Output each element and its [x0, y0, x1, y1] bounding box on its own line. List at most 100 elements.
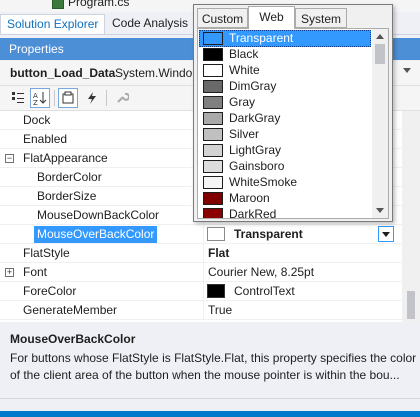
description-title: MouseOverBackColor: [10, 332, 136, 346]
color-swatch: [203, 128, 223, 141]
focus-rectangle: [199, 30, 371, 47]
color-option[interactable]: WhiteSmoke: [199, 174, 371, 191]
grid-scroll-thumb[interactable]: [407, 291, 415, 319]
color-name: White: [229, 63, 260, 77]
csharp-file-icon: [52, 0, 64, 9]
row-gutter: [0, 111, 18, 130]
color-option[interactable]: DarkRed: [199, 206, 371, 219]
tab-solution-explorer[interactable]: Solution Explorer: [0, 14, 106, 34]
collapse-icon[interactable]: −: [5, 154, 14, 163]
color-name: Black: [229, 47, 259, 61]
properties-title: Properties: [9, 42, 64, 56]
color-swatch: [203, 64, 223, 77]
property-name: MouseOverBackColor: [34, 226, 158, 243]
color-option[interactable]: Black: [199, 46, 371, 63]
color-swatch: [203, 160, 223, 173]
color-name: Gainsboro: [229, 159, 285, 173]
property-name: FlatAppearance: [23, 151, 108, 165]
row-gutter: [0, 130, 18, 149]
value-dropdown-button[interactable]: [378, 226, 394, 242]
column-divider: [203, 225, 204, 244]
column-divider: [203, 301, 204, 320]
color-option[interactable]: Silver: [199, 126, 371, 143]
color-name: LightGray: [229, 143, 282, 157]
property-name: BorderSize: [37, 189, 97, 203]
property-value[interactable]: Courier New, 8.25pt: [208, 265, 314, 279]
property-name: FlatStyle: [23, 246, 70, 260]
color-option[interactable]: DarkGray: [199, 110, 371, 127]
color-option[interactable]: Gainsboro: [199, 158, 371, 175]
color-swatch: [207, 227, 225, 241]
color-swatch: [203, 208, 223, 218]
color-name: DarkGray: [229, 111, 281, 125]
properties-icon[interactable]: [58, 88, 78, 108]
color-option[interactable]: Transparent: [199, 30, 371, 47]
property-name: Dock: [23, 113, 51, 127]
color-option[interactable]: LightGray: [199, 142, 371, 159]
color-swatch: [203, 48, 223, 61]
property-value[interactable]: Transparent: [234, 227, 303, 241]
color-name: DimGray: [229, 79, 277, 93]
description-line: of the client area of the button when th…: [10, 368, 400, 382]
color-swatch: [203, 112, 223, 125]
categorized-icon[interactable]: [8, 88, 28, 108]
description-text: For buttons whose FlatStyle is FlatStyle…: [10, 350, 417, 384]
row-gutter: [0, 187, 18, 206]
row-gutter: [0, 282, 18, 301]
color-swatch: [203, 176, 223, 189]
property-row[interactable]: GenerateMember True: [0, 301, 402, 320]
color-option[interactable]: White: [199, 62, 371, 79]
color-swatch: [203, 96, 223, 109]
alphabetical-icon[interactable]: AZ: [30, 88, 50, 108]
color-list: Transparent Black White DimGray Gray DarkGray…: [197, 28, 389, 219]
status-bar: [0, 411, 420, 417]
property-name: ForeColor: [23, 284, 77, 298]
grid-scrollbar[interactable]: [402, 111, 420, 322]
description-line: For buttons whose FlatStyle is FlatStyle…: [10, 351, 417, 365]
color-swatch: [207, 284, 225, 298]
row-gutter: −: [0, 149, 18, 168]
scroll-down-icon[interactable]: [376, 208, 384, 213]
color-name: DarkRed: [229, 207, 277, 219]
wrench-icon[interactable]: [112, 88, 132, 108]
color-name: WhiteSmoke: [229, 175, 298, 189]
object-type: System.Windo: [115, 66, 193, 80]
property-name: Enabled: [23, 132, 68, 146]
row-gutter: [0, 244, 18, 263]
tab-custom[interactable]: Custom: [197, 8, 248, 28]
expand-icon[interactable]: +: [5, 268, 14, 277]
color-name: Gray: [229, 95, 256, 109]
tab-web[interactable]: Web: [248, 6, 295, 29]
row-gutter: [0, 225, 18, 244]
column-divider: [203, 282, 204, 301]
color-option[interactable]: Maroon: [199, 190, 371, 207]
property-value[interactable]: True: [208, 303, 232, 317]
property-row[interactable]: + Font Courier New, 8.25pt: [0, 263, 402, 282]
tab-code-analysis[interactable]: Code Analysis: [106, 14, 194, 33]
property-name: Font: [23, 265, 48, 279]
row-gutter: [0, 301, 18, 320]
color-list-scroll-thumb[interactable]: [375, 44, 385, 64]
file-name: Program.cs: [68, 0, 130, 9]
row-gutter: [0, 168, 18, 187]
tab-system[interactable]: System: [295, 8, 347, 28]
property-row[interactable]: ForeColor ControlText: [0, 282, 402, 301]
property-value[interactable]: Flat: [208, 246, 229, 260]
color-list-scrollbar[interactable]: [372, 29, 388, 218]
color-option[interactable]: DimGray: [199, 78, 371, 95]
chevron-down-icon[interactable]: [403, 68, 411, 73]
scroll-up-icon[interactable]: [376, 34, 384, 39]
color-name: Silver: [229, 127, 260, 141]
property-value[interactable]: ControlText: [234, 284, 295, 298]
property-row[interactable]: FlatStyle Flat: [0, 244, 402, 263]
color-option[interactable]: Gray: [199, 94, 371, 111]
row-gutter: +: [0, 263, 18, 282]
color-swatch: [203, 80, 223, 93]
events-icon[interactable]: [82, 88, 102, 108]
property-name: MouseDownBackColor: [37, 208, 160, 222]
object-name: button_Load_Data: [10, 66, 116, 80]
svg-text:Z: Z: [33, 99, 38, 105]
property-row[interactable]: MouseOverBackColor Transparent: [0, 225, 402, 244]
color-swatch: [203, 192, 223, 205]
column-divider: [203, 244, 204, 263]
